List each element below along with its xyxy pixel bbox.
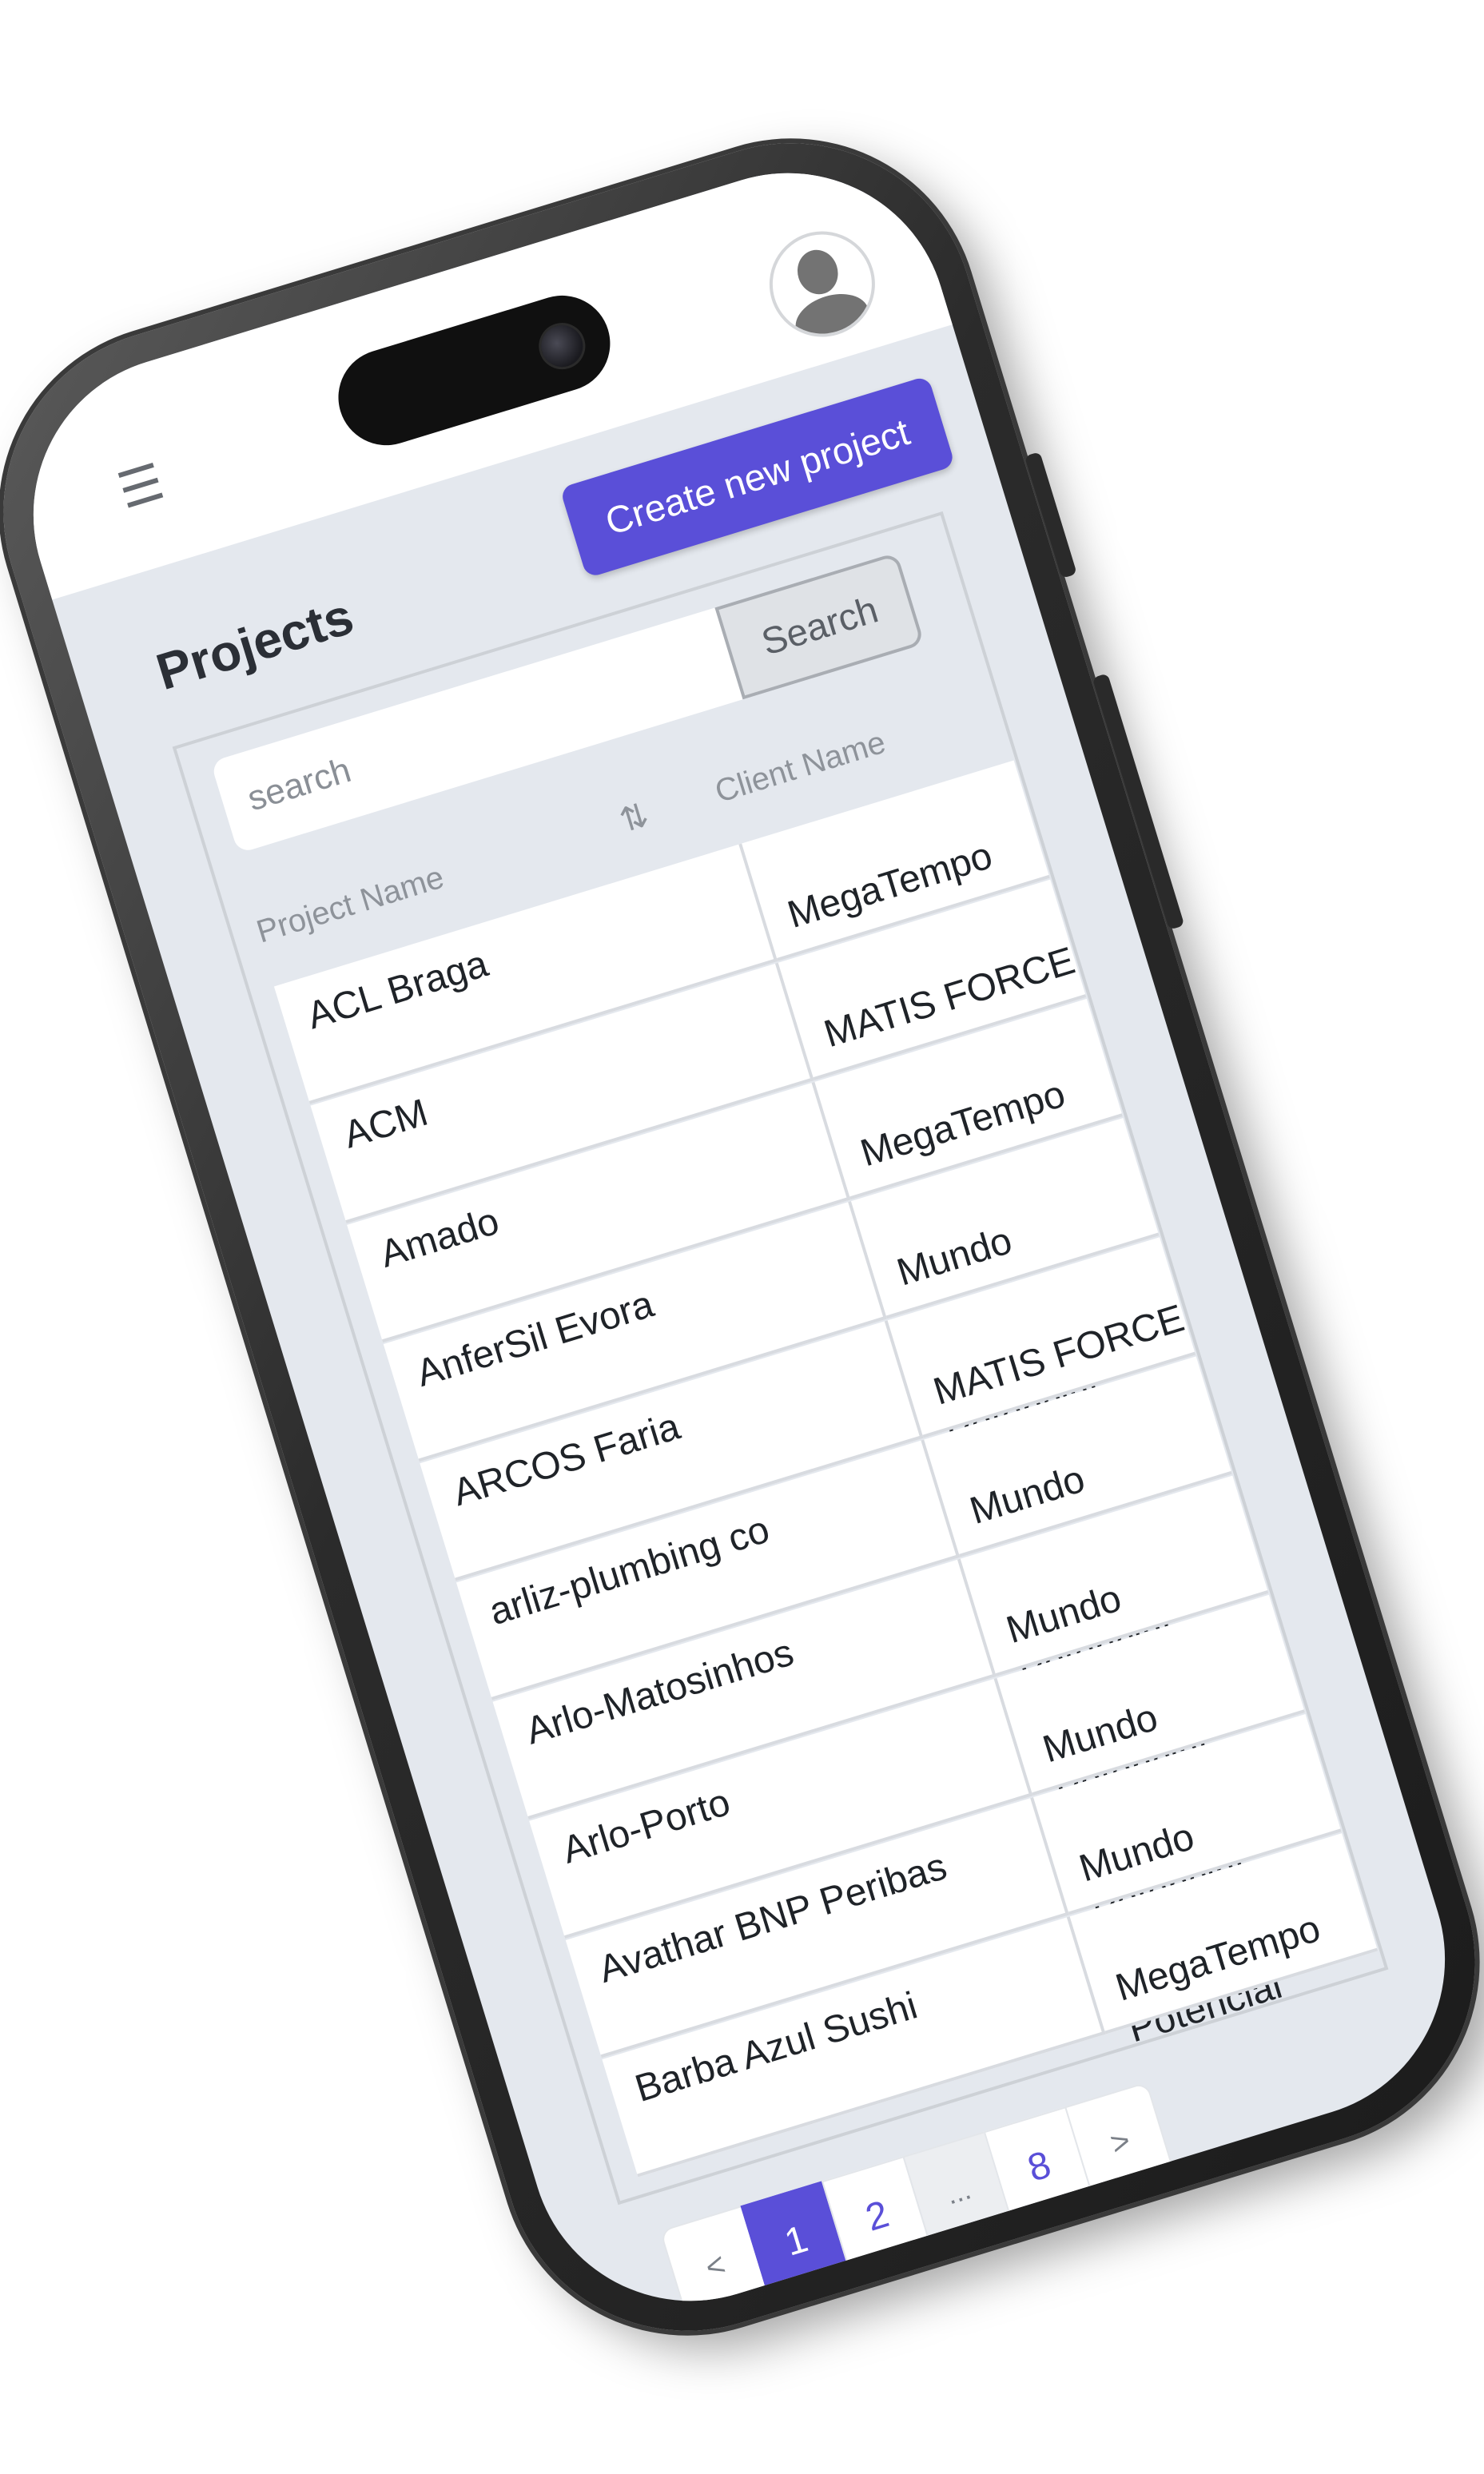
caret-down-icon: [1402, 2285, 1426, 2303]
page-title: Projects: [149, 587, 360, 702]
camera-icon: [533, 316, 591, 376]
page-limit-dropdown[interactable]: Page limit: [1186, 2229, 1463, 2341]
total-count: Total : 76: [1202, 2143, 1371, 2234]
dynamic-island: [326, 284, 623, 458]
hamburger-menu-icon[interactable]: ☰: [111, 451, 171, 520]
projects-table: ACL Braga MegaTempo ACM MATIS FORCE Amad…: [273, 760, 1379, 2178]
search-bar: Search: [210, 545, 949, 854]
volume-button: [1024, 451, 1077, 579]
user-avatar-icon[interactable]: [756, 218, 889, 350]
page-limit-label: Page limit: [1219, 2275, 1401, 2341]
avatar-shoulders: [789, 285, 876, 350]
phone-screen: ☰ Projects Create new project Search Pro…: [0, 133, 1484, 2341]
top-bar: ☰: [0, 133, 953, 600]
projects-card: Search Project Name ⇅ Client Name ACL Br…: [172, 511, 1463, 2341]
search-button[interactable]: Search: [714, 551, 925, 700]
phone-frame: ☰ Projects Create new project Search Pro…: [0, 97, 1484, 2377]
pagination: < 1 2 ... 8 >: [659, 2081, 1177, 2328]
sort-icon[interactable]: ⇅: [607, 768, 662, 868]
stage: ☰ Projects Create new project Search Pro…: [0, 0, 1484, 2474]
avatar-head: [792, 245, 844, 300]
